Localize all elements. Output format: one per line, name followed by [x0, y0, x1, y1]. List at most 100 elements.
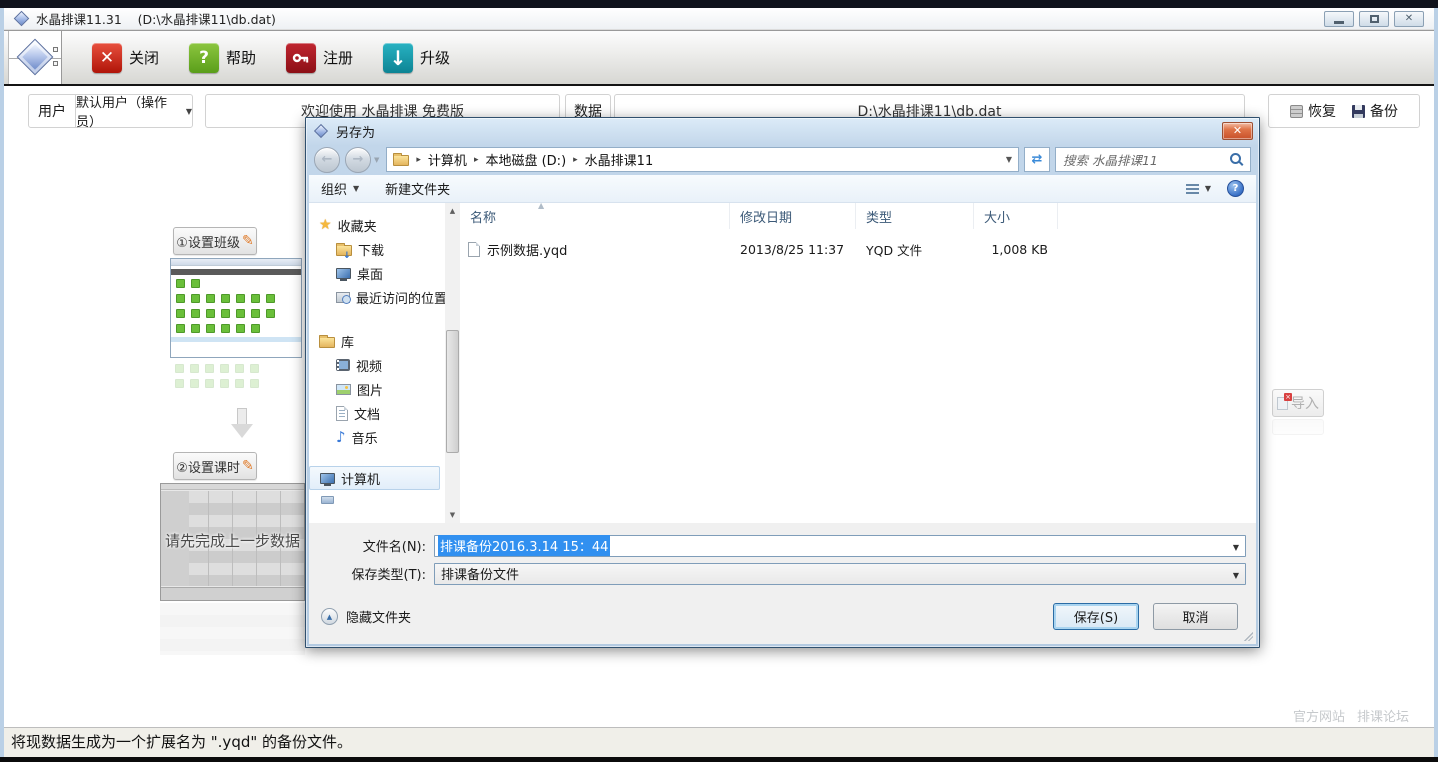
window-right-border: [1434, 8, 1438, 757]
restore-button[interactable]: 恢复: [1290, 101, 1336, 121]
help-icon[interactable]: ?: [1227, 180, 1244, 197]
backup-button[interactable]: 备份: [1352, 101, 1398, 121]
search-icon: [1230, 153, 1243, 166]
import-file-icon: [1277, 397, 1288, 410]
pencil-icon: ✎: [242, 233, 254, 249]
backup-group: 恢复 备份: [1268, 94, 1420, 128]
sidebar-item-desktop[interactable]: 桌面: [309, 261, 445, 285]
column-name[interactable]: 名称: [460, 203, 730, 229]
download-arrow-icon: ↓: [383, 43, 413, 73]
folder-icon: [393, 155, 409, 166]
breadcrumb-local-disk[interactable]: 本地磁盘 (D:): [485, 150, 566, 169]
close-app-button[interactable]: ✕ 关闭: [92, 43, 159, 73]
sidebar-item-pictures[interactable]: 图片: [309, 377, 445, 401]
breadcrumb-computer[interactable]: 计算机: [428, 150, 467, 169]
register-button[interactable]: 注册: [286, 43, 353, 73]
refresh-button[interactable]: ⇄: [1024, 147, 1050, 172]
user-group: 用户 默认用户（操作员） ▼: [28, 94, 193, 128]
upgrade-button[interactable]: ↓ 升级: [383, 43, 450, 73]
chevron-down-icon[interactable]: ▼: [1233, 543, 1239, 552]
user-label: 用户: [29, 95, 76, 127]
restore-icon: [1290, 105, 1303, 118]
sidebar-item-downloads[interactable]: ↓ 下载: [309, 237, 445, 261]
breadcrumb-folder[interactable]: 水晶排课11: [585, 150, 654, 169]
down-arrow-icon: [231, 408, 253, 446]
key-icon: [286, 43, 316, 73]
dialog-body: ★ 收藏夹 ↓ 下载 桌面 最近访问的位置 库: [309, 203, 1256, 523]
column-size[interactable]: 大小: [974, 203, 1058, 229]
savetype-value: 排课备份文件: [438, 564, 519, 583]
official-site-link[interactable]: 官方网站: [1293, 706, 1345, 725]
file-size: 1,008 KB: [974, 242, 1058, 257]
pencil-icon: ✎: [242, 458, 254, 474]
address-dropdown-icon[interactable]: ▼: [1006, 155, 1012, 164]
window-title: 水晶排课11.31 (D:\水晶排课11\db.dat): [36, 9, 276, 28]
scrollbar-thumb[interactable]: [446, 330, 459, 453]
breadcrumb: ▸ 计算机 ▸ 本地磁盘 (D:) ▸ 水晶排课11 ▼: [386, 147, 1019, 172]
breadcrumb-separator-icon: ▸: [474, 155, 479, 165]
hide-folders-button[interactable]: ▲ 隐藏文件夹: [321, 607, 411, 626]
navigation-pane: ★ 收藏夹 ↓ 下载 桌面 最近访问的位置 库: [309, 203, 445, 523]
search-input[interactable]: 搜索 水晶排课11: [1055, 147, 1251, 172]
filename-value: 排课备份2016.3.14 15：44: [438, 535, 610, 556]
filename-input[interactable]: 排课备份2016.3.14 15：44 ▼: [434, 535, 1246, 557]
app-icon: [14, 11, 30, 27]
sidebar-item-computer[interactable]: 计算机: [309, 466, 440, 490]
cancel-button[interactable]: 取消: [1153, 603, 1238, 630]
crystal-logo-icon: [17, 39, 54, 76]
help-button[interactable]: ? 帮助: [189, 43, 256, 73]
step2-set-periods-button[interactable]: ②设置课时 ✎: [173, 452, 257, 480]
dialog-app-icon: [314, 124, 328, 138]
timetable-thumbnail: 请先完成上一步数据: [160, 483, 305, 601]
file-icon: [468, 242, 480, 257]
status-bar: 将现数据生成为一个扩展名为 ".yqd" 的备份文件。: [4, 727, 1434, 757]
sidebar-item-documents[interactable]: 文档: [309, 401, 445, 425]
breadcrumb-separator-icon: ▸: [573, 155, 578, 165]
new-folder-button[interactable]: 新建文件夹: [385, 179, 450, 198]
file-name: 示例数据.yqd: [487, 240, 567, 259]
file-row[interactable]: 示例数据.yqd 2013/8/25 11:37 YQD 文件 1,008 KB: [460, 237, 1256, 261]
scroll-down-icon[interactable]: ▼: [445, 507, 460, 523]
music-note-icon: ♪: [336, 430, 346, 445]
resize-grip[interactable]: [1242, 630, 1253, 641]
forum-link[interactable]: 排课论坛: [1357, 706, 1409, 725]
sort-ascending-icon: ▲: [538, 201, 544, 210]
dialog-close-button[interactable]: ✕: [1222, 122, 1253, 140]
sidebar-item-recent-places[interactable]: 最近访问的位置: [309, 285, 445, 309]
pictures-icon: [336, 384, 351, 395]
sidebar-item-videos[interactable]: 视频: [309, 353, 445, 377]
save-button[interactable]: 保存(S): [1053, 603, 1139, 630]
close-x-icon: ✕: [92, 43, 122, 73]
history-chevron-icon[interactable]: ▼: [374, 156, 379, 164]
scroll-up-icon[interactable]: ▲: [445, 203, 460, 219]
sidebar-item-favorites[interactable]: ★ 收藏夹: [309, 213, 445, 237]
downloads-folder-icon: ↓: [336, 245, 352, 256]
back-button[interactable]: ←: [314, 147, 340, 173]
star-icon: ★: [319, 218, 332, 232]
chevron-down-icon[interactable]: ▼: [1233, 571, 1239, 580]
main-toolbar: ✕ 关闭 ? 帮助 注册 ↓ 升级: [4, 30, 1434, 86]
maximize-button[interactable]: [1359, 11, 1389, 27]
documents-icon: [336, 406, 348, 421]
sidebar-scrollbar[interactable]: ▲ ▼: [445, 203, 460, 523]
chevron-down-icon: ▼: [186, 107, 192, 116]
column-date-modified[interactable]: 修改日期: [730, 203, 856, 229]
savetype-select[interactable]: 排课备份文件 ▼: [434, 563, 1246, 585]
close-window-button[interactable]: ✕: [1394, 11, 1424, 27]
dialog-titlebar: 另存为: [306, 118, 1259, 144]
sidebar-item-music[interactable]: ♪ 音乐: [309, 425, 445, 449]
organize-menu[interactable]: 组织 ▼: [321, 179, 359, 198]
timetable-thumbnail-reflection: [160, 603, 305, 655]
forward-button[interactable]: →: [345, 147, 371, 173]
step1-set-classes-button[interactable]: ①设置班级 ✎: [173, 227, 257, 255]
minimize-button[interactable]: [1324, 11, 1354, 27]
main-titlebar: 水晶排课11.31 (D:\水晶排课11\db.dat) ✕: [4, 8, 1434, 30]
views-button[interactable]: ▼: [1186, 184, 1211, 194]
chevron-down-icon: ▼: [353, 184, 359, 193]
search-placeholder: 搜索 水晶排课11: [1063, 150, 1230, 169]
savetype-label: 保存类型(T):: [309, 564, 434, 583]
import-button[interactable]: 导入: [1272, 389, 1324, 417]
sidebar-item-libraries[interactable]: 库: [309, 329, 445, 353]
column-type[interactable]: 类型: [856, 203, 974, 229]
user-select[interactable]: 默认用户（操作员） ▼: [76, 92, 192, 130]
